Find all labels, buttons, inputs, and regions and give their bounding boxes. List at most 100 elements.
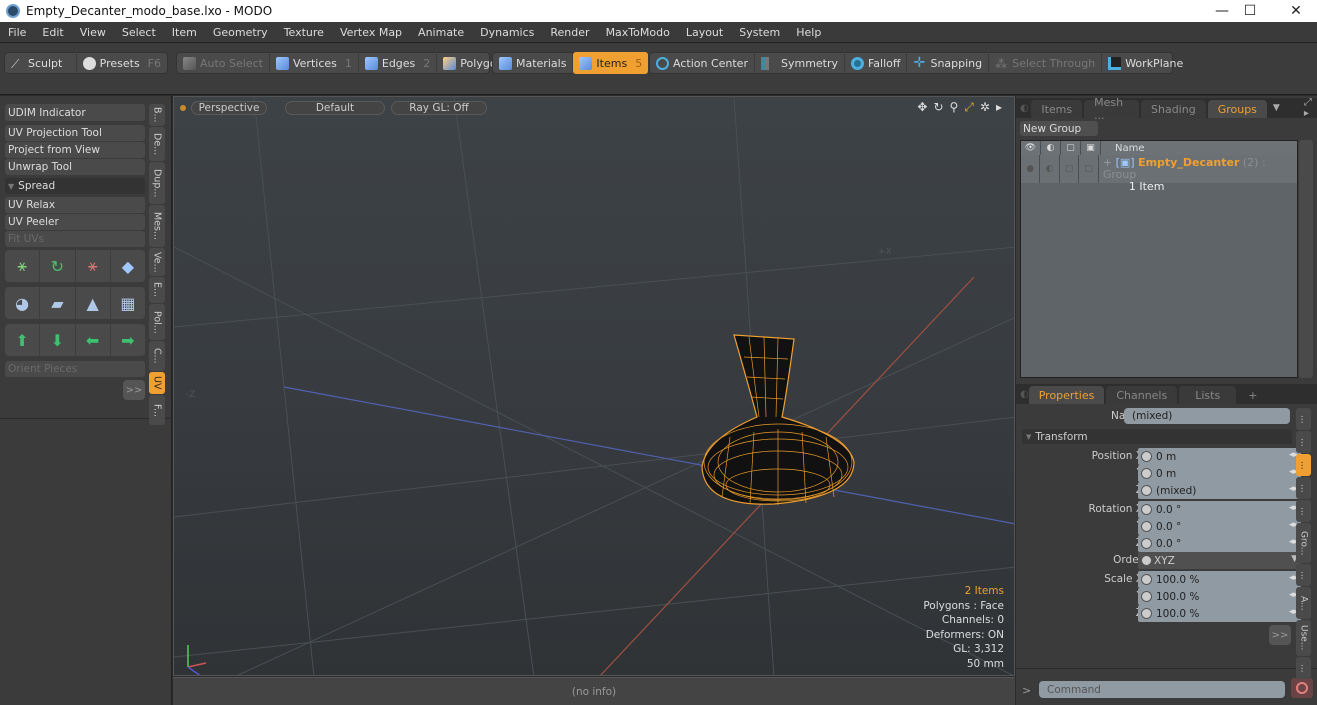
keyframe-icon[interactable] <box>1141 485 1152 496</box>
sculpt-button[interactable]: ⟋ Sculpt <box>5 52 77 74</box>
rvtab-4[interactable]: ... <box>1296 477 1311 499</box>
uv-planar-icon[interactable]: ▰ <box>40 287 76 319</box>
rotation-x-field[interactable]: 0.0 ° ◂▸ <box>1138 501 1301 518</box>
row-render-toggle[interactable]: ◐ <box>1040 155 1060 183</box>
rvtab-5[interactable]: ... <box>1296 500 1311 522</box>
groups-scrollbar[interactable] <box>1299 140 1313 378</box>
tab-lists[interactable]: Lists <box>1179 386 1237 404</box>
scale-z-field[interactable]: 100.0 % ◂▸ <box>1138 605 1301 622</box>
pan-icon[interactable]: ✥ <box>917 100 927 115</box>
uv-cylinder-icon[interactable]: ◕ <box>5 287 41 319</box>
menu-select[interactable]: Select <box>114 26 164 39</box>
rvtab-1[interactable]: ... <box>1296 408 1311 430</box>
align-down-icon[interactable]: ⬇ <box>40 324 76 356</box>
orient-pieces-button[interactable]: Orient Pieces <box>5 361 145 377</box>
vtab-f[interactable]: F... <box>149 395 165 425</box>
symmetry-button[interactable]: Symmetry <box>755 52 845 74</box>
record-macro-button[interactable] <box>1291 678 1313 698</box>
vertices-button[interactable]: Vertices 1 <box>270 52 359 74</box>
keyframe-icon[interactable] <box>1141 555 1152 566</box>
properties-more-button[interactable]: >> <box>1269 625 1291 645</box>
tab-mesh[interactable]: Mesh ... <box>1084 96 1139 122</box>
command-input[interactable]: Command <box>1039 681 1285 698</box>
name-field[interactable]: (mixed) <box>1124 408 1290 424</box>
vtab-c[interactable]: C... <box>149 341 165 371</box>
uv-flip-icon[interactable]: ◆ <box>111 250 145 282</box>
rvtab-7[interactable]: ... <box>1296 564 1311 586</box>
visibility-icon[interactable]: 👁 <box>1021 141 1041 155</box>
vtab-b[interactable]: B... <box>149 104 165 126</box>
align-right-icon[interactable]: ➡ <box>111 324 145 356</box>
transform-section[interactable]: ▼ Transform <box>1022 429 1292 444</box>
vtab-dup[interactable]: Dup... <box>149 162 165 204</box>
rotation-y-field[interactable]: 0.0 ° ◂▸ <box>1138 518 1301 535</box>
menu-geometry[interactable]: Geometry <box>205 26 276 39</box>
perspective-dropdown[interactable]: Perspective <box>191 101 267 115</box>
position-z-field[interactable]: (mixed) ◂▸ <box>1138 482 1301 499</box>
keyframe-icon[interactable] <box>1141 591 1152 602</box>
falloff-button[interactable]: Falloff <box>845 52 908 74</box>
keyframe-icon[interactable] <box>1141 574 1152 585</box>
menu-layout[interactable]: Layout <box>678 26 731 39</box>
uv-projection-tool-button[interactable]: UV Projection Tool <box>5 125 145 141</box>
viewport-menu-arrow-icon[interactable]: ▸ <box>996 100 1002 115</box>
keyframe-icon[interactable] <box>1141 468 1152 479</box>
default-dropdown[interactable]: Default <box>285 101 385 115</box>
maximize-button[interactable]: ☐ <box>1230 0 1270 22</box>
close-button[interactable]: ✕ <box>1276 0 1316 22</box>
edges-button[interactable]: Edges 2 <box>359 52 438 74</box>
menu-item[interactable]: Item <box>164 26 205 39</box>
vtab-de[interactable]: De... <box>149 127 165 161</box>
tab-properties[interactable]: Properties <box>1028 386 1105 404</box>
uv-relax-button[interactable]: UV Relax <box>5 197 145 213</box>
uv-scale-icon[interactable]: ⚹ <box>76 250 111 282</box>
menu-file[interactable]: File <box>0 26 34 39</box>
vtab-ve[interactable]: Ve... <box>149 248 165 276</box>
project-from-view-button[interactable]: Project from View <box>5 142 145 158</box>
position-x-field[interactable]: 0 m ◂▸ <box>1138 448 1301 465</box>
menu-system[interactable]: System <box>731 26 788 39</box>
fit-uvs-button[interactable]: Fit UVs <box>5 231 145 247</box>
presets-button[interactable]: Presets F6 <box>77 52 167 74</box>
rvtab-a[interactable]: A... <box>1296 587 1311 619</box>
3d-viewport[interactable]: Perspective Default Ray GL: Off ✥ ↻ ⚲ ⤢ … <box>173 96 1015 676</box>
maximize-viewport-icon[interactable]: ⤢ <box>964 100 974 115</box>
keyframe-icon[interactable] <box>1141 521 1152 532</box>
auto-select-button[interactable]: Auto Select <box>177 52 270 74</box>
menu-render[interactable]: Render <box>542 26 597 39</box>
vtab-uv[interactable]: UV <box>149 372 165 394</box>
viewport-settings-icon[interactable]: ✲ <box>980 100 990 115</box>
rvtab-10[interactable]: ... <box>1296 657 1311 679</box>
menu-view[interactable]: View <box>72 26 114 39</box>
add-tab-button[interactable]: + <box>1238 386 1267 404</box>
uv-sphere-icon[interactable]: ▦ <box>111 287 145 319</box>
raygl-dropdown[interactable]: Ray GL: Off <box>391 101 487 115</box>
scale-x-field[interactable]: 100.0 % ◂▸ <box>1138 571 1301 588</box>
more-button[interactable]: >> <box>123 380 145 400</box>
lock-icon[interactable]: ▢ <box>1061 141 1081 155</box>
order-dropdown[interactable]: XYZ ▼ <box>1138 552 1301 569</box>
group-row[interactable]: ● ◐ ▢ ▢ + [▣] Empty_Decanter (2) : Group… <box>1021 155 1297 193</box>
rvtab-2[interactable]: ... <box>1296 431 1311 453</box>
workplane-button[interactable]: WorkPlane <box>1102 52 1189 74</box>
expand-panel-icon[interactable]: ⤢ ▸ <box>1304 97 1317 119</box>
menu-edit[interactable]: Edit <box>34 26 71 39</box>
align-left-icon[interactable]: ⬅ <box>76 324 111 356</box>
rvtab-user[interactable]: Use... <box>1296 620 1311 656</box>
select-through-button[interactable]: ⁂ Select Through <box>989 52 1103 74</box>
menu-maxtomodo[interactable]: MaxToModo <box>598 26 678 39</box>
action-center-button[interactable]: Action Center <box>650 52 755 74</box>
align-up-icon[interactable]: ⬆ <box>5 324 41 356</box>
vtab-e[interactable]: E... <box>149 277 165 303</box>
rotation-z-field[interactable]: 0.0 ° ◂▸ <box>1138 535 1301 552</box>
keyframe-icon[interactable] <box>1141 608 1152 619</box>
udim-indicator-button[interactable]: UDIM Indicator <box>5 104 145 121</box>
uv-rotate-icon[interactable]: ↻ <box>40 250 76 282</box>
keyframe-icon[interactable] <box>1141 538 1152 549</box>
items-button[interactable]: Items 5 <box>573 52 649 74</box>
materials-button[interactable]: Materials <box>493 52 574 74</box>
menu-animate[interactable]: Animate <box>410 26 472 39</box>
menu-texture[interactable]: Texture <box>276 26 332 39</box>
tab-items[interactable]: Items <box>1031 100 1083 118</box>
row-visibility-toggle[interactable]: ● <box>1021 155 1041 183</box>
